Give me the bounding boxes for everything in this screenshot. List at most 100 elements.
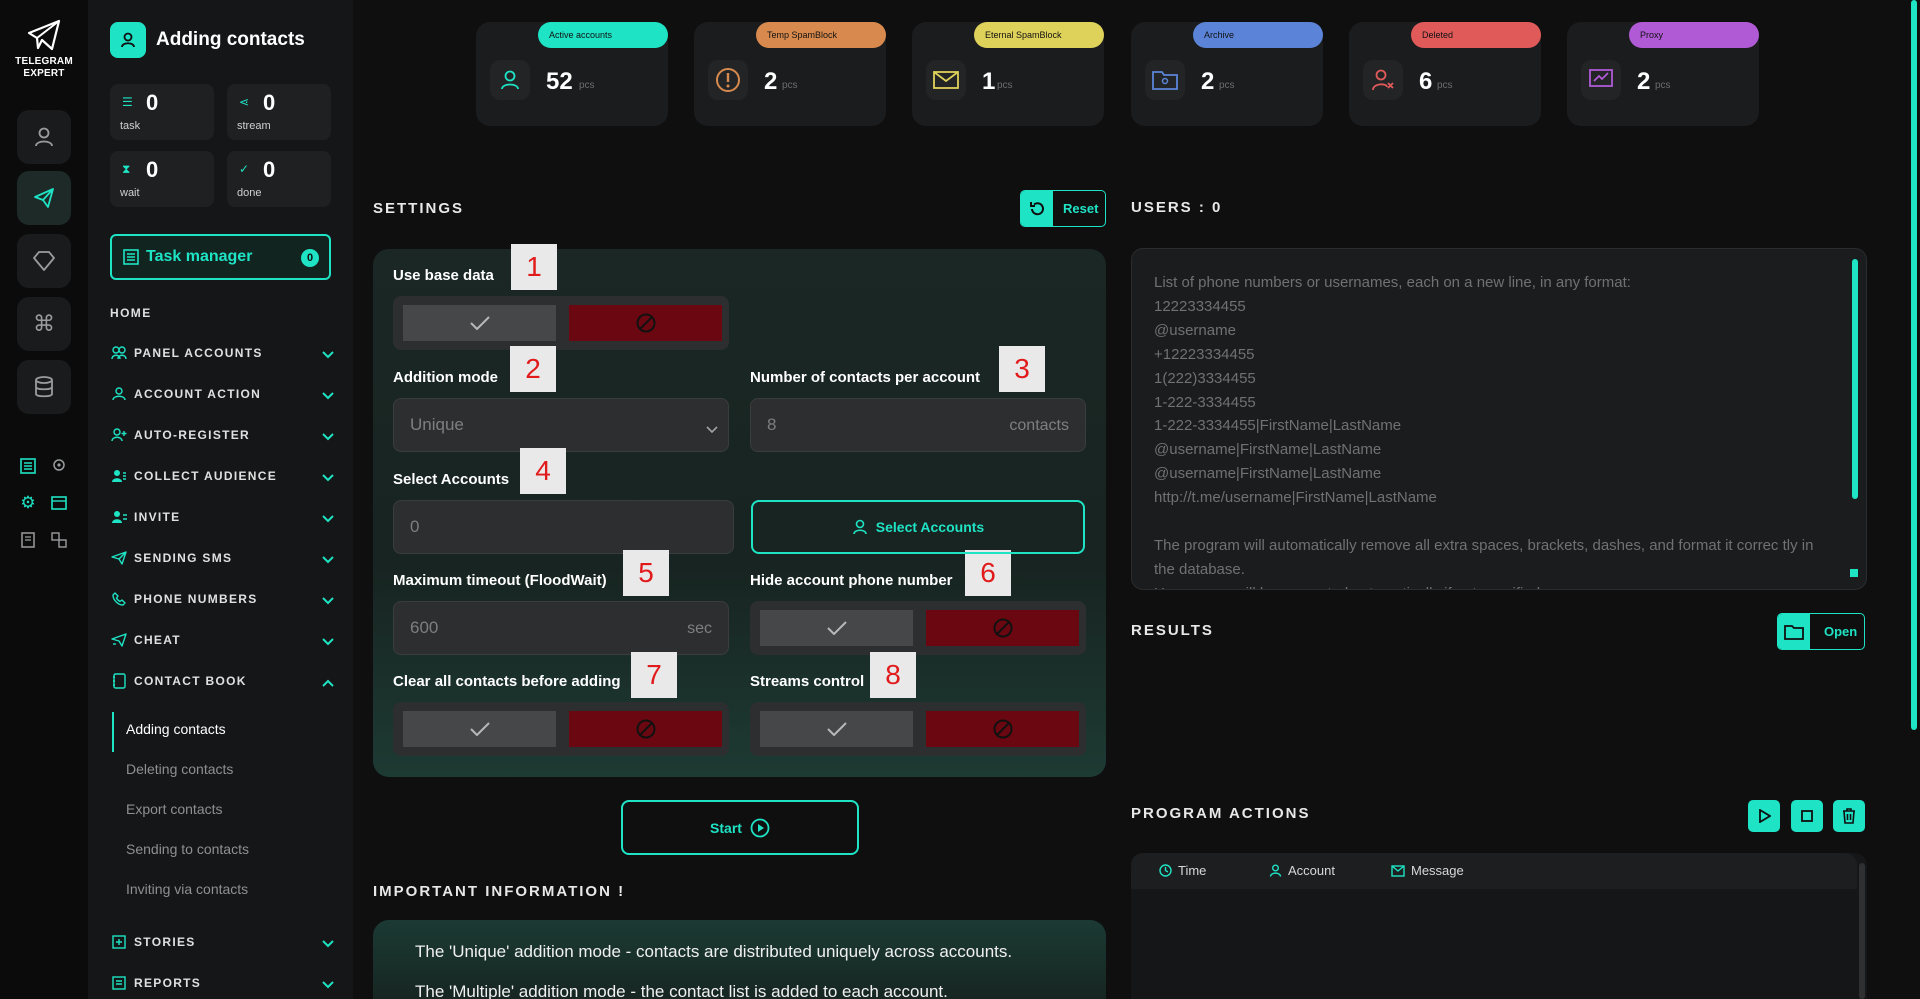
nav-label: CHEAT xyxy=(134,633,181,647)
resize-handle[interactable] xyxy=(1850,569,1858,577)
users-scrollbar[interactable] xyxy=(1852,259,1858,499)
prohibit-icon xyxy=(993,618,1012,638)
rail-telegram-button[interactable] xyxy=(17,171,71,225)
clear-log-button[interactable] xyxy=(1833,800,1865,832)
nav-label: REPORTS xyxy=(134,976,202,990)
prohibit-icon xyxy=(993,719,1012,739)
archive-folder-icon xyxy=(1145,60,1185,100)
reset-button[interactable]: Reset xyxy=(1020,190,1106,227)
hide-phone-toggle xyxy=(750,601,1086,655)
rail-notes-icon[interactable] xyxy=(17,529,39,551)
submenu-inviting-via-contacts[interactable]: Inviting via contacts xyxy=(126,881,248,897)
program-actions-title: PROGRAM ACTIONS xyxy=(1131,805,1311,822)
play-button[interactable] xyxy=(1748,800,1780,832)
nav-contact-book[interactable]: CONTACT BOOK xyxy=(110,666,334,696)
streams-control-toggle xyxy=(750,702,1086,756)
select-accounts-button-label: Select Accounts xyxy=(875,519,985,535)
submenu-adding-contacts[interactable]: Adding contacts xyxy=(126,721,226,737)
card-tag: Eternal SpamBlock xyxy=(974,22,1104,48)
nav-invite[interactable]: INVITE xyxy=(110,502,334,532)
nav-label: STORIES xyxy=(134,935,196,949)
nav-home[interactable]: HOME xyxy=(110,306,152,320)
play-icon xyxy=(1759,809,1771,823)
log-column-message[interactable]: Message xyxy=(1391,863,1464,878)
task-manager-button[interactable]: Task manager 0 xyxy=(110,234,331,280)
rail-diamond-button[interactable] xyxy=(17,234,71,288)
task-manager-count: 0 xyxy=(301,249,319,267)
max-timeout-input[interactable]: 600 sec xyxy=(393,601,729,655)
streams-control-yes-button[interactable] xyxy=(760,711,913,747)
stat-value: 0 xyxy=(146,157,159,182)
nav-label: PANEL ACCOUNTS xyxy=(134,346,263,360)
user-icon xyxy=(852,519,867,535)
submenu-export-contacts[interactable]: Export contacts xyxy=(126,801,223,817)
users-title: USERS : 0 xyxy=(1131,199,1223,216)
log-column-time[interactable]: Time xyxy=(1159,863,1206,878)
icon-rail: TELEGRAM EXPERT ⌘ ⚙ xyxy=(0,0,88,999)
hide-phone-no-button[interactable] xyxy=(926,610,1079,646)
card-deleted[interactable]: Deleted 6 pcs xyxy=(1349,22,1541,126)
selected-accounts-input[interactable]: 0 xyxy=(393,500,734,554)
proxy-icon xyxy=(1581,60,1621,100)
start-button[interactable]: Start xyxy=(621,800,859,855)
nav-cheat[interactable]: CHEAT xyxy=(110,625,334,655)
warning-icon xyxy=(708,60,748,100)
addition-mode-select[interactable]: Unique xyxy=(393,398,729,452)
log-column-account[interactable]: Account xyxy=(1269,863,1335,878)
rail-translate-icon[interactable] xyxy=(48,529,70,551)
hide-phone-yes-button[interactable] xyxy=(760,610,913,646)
clear-contacts-label: Clear all contacts before adding xyxy=(393,673,621,690)
nav-phone-numbers[interactable]: PHONE NUMBERS xyxy=(110,584,334,614)
submenu-sending-to-contacts[interactable]: Sending to contacts xyxy=(126,841,249,857)
important-info-title: IMPORTANT INFORMATION ! xyxy=(373,883,626,900)
clear-contacts-yes-button[interactable] xyxy=(403,711,556,747)
rail-location-icon[interactable] xyxy=(48,455,70,477)
use-base-data-yes-button[interactable] xyxy=(403,305,556,341)
nav-auto-register[interactable]: AUTO-REGISTER xyxy=(110,420,334,450)
rail-list-icon[interactable] xyxy=(17,455,39,477)
streams-control-no-button[interactable] xyxy=(926,711,1079,747)
select-accounts-button[interactable]: Select Accounts xyxy=(751,500,1085,554)
card-archive[interactable]: Archive 2 pcs xyxy=(1131,22,1323,126)
rail-command-button[interactable]: ⌘ xyxy=(17,297,71,351)
rail-gear-icon[interactable]: ⚙ xyxy=(17,492,39,514)
nav-reports[interactable]: REPORTS xyxy=(110,968,334,998)
submenu-active-indicator xyxy=(112,712,114,752)
card-tag: Deleted xyxy=(1411,22,1541,48)
card-eternal-spamblock[interactable]: Eternal SpamBlock 1 pcs xyxy=(912,22,1104,126)
card-active-accounts[interactable]: Active accounts 52 pcs xyxy=(476,22,668,126)
chevron-down-icon xyxy=(322,469,334,487)
stop-button[interactable] xyxy=(1791,800,1823,832)
nav-stories[interactable]: STORIES xyxy=(110,927,334,957)
contacts-per-account-input[interactable]: 8 contacts xyxy=(750,398,1086,452)
info-line-unique: The 'Unique' addition mode - contacts ar… xyxy=(415,942,1013,961)
card-proxy[interactable]: Proxy 2 pcs xyxy=(1567,22,1759,126)
rail-profile-button[interactable] xyxy=(17,110,71,164)
rail-window-icon[interactable] xyxy=(48,492,70,514)
card-temp-spamblock[interactable]: Temp SpamBlock 2 pcs xyxy=(694,22,886,126)
submenu-deleting-contacts[interactable]: Deleting contacts xyxy=(126,761,233,777)
users-textarea[interactable]: List of phone numbers or usernames, each… xyxy=(1131,248,1867,590)
card-value: 2 xyxy=(1637,68,1651,95)
chevron-down-icon xyxy=(322,551,334,569)
nav-sending-sms[interactable]: SENDING SMS xyxy=(110,543,334,573)
nav-panel-accounts[interactable]: PANEL ACCOUNTS xyxy=(110,338,334,368)
user-icon xyxy=(1269,864,1282,877)
log-scrollbar[interactable] xyxy=(1859,863,1865,999)
page-scrollbar[interactable] xyxy=(1911,0,1917,730)
max-timeout-label: Maximum timeout (FloodWait) xyxy=(393,572,607,589)
stat-label: task xyxy=(120,120,141,132)
open-button[interactable]: Open xyxy=(1777,613,1865,650)
send-icon xyxy=(110,549,128,567)
stat-value: 0 xyxy=(146,90,159,115)
use-base-data-no-button[interactable] xyxy=(569,305,722,341)
nav-account-action[interactable]: ACCOUNT ACTION xyxy=(110,379,334,409)
card-value: 2 xyxy=(764,68,778,95)
clear-contacts-no-button[interactable] xyxy=(569,711,722,747)
nav-collect-audience[interactable]: COLLECT AUDIENCE xyxy=(110,461,334,491)
rail-database-button[interactable] xyxy=(17,360,71,414)
card-value: 1 xyxy=(982,68,996,95)
task-manager-label: Task manager xyxy=(146,248,253,265)
card-unit: pcs xyxy=(1655,80,1671,91)
nav-label: INVITE xyxy=(134,510,181,524)
